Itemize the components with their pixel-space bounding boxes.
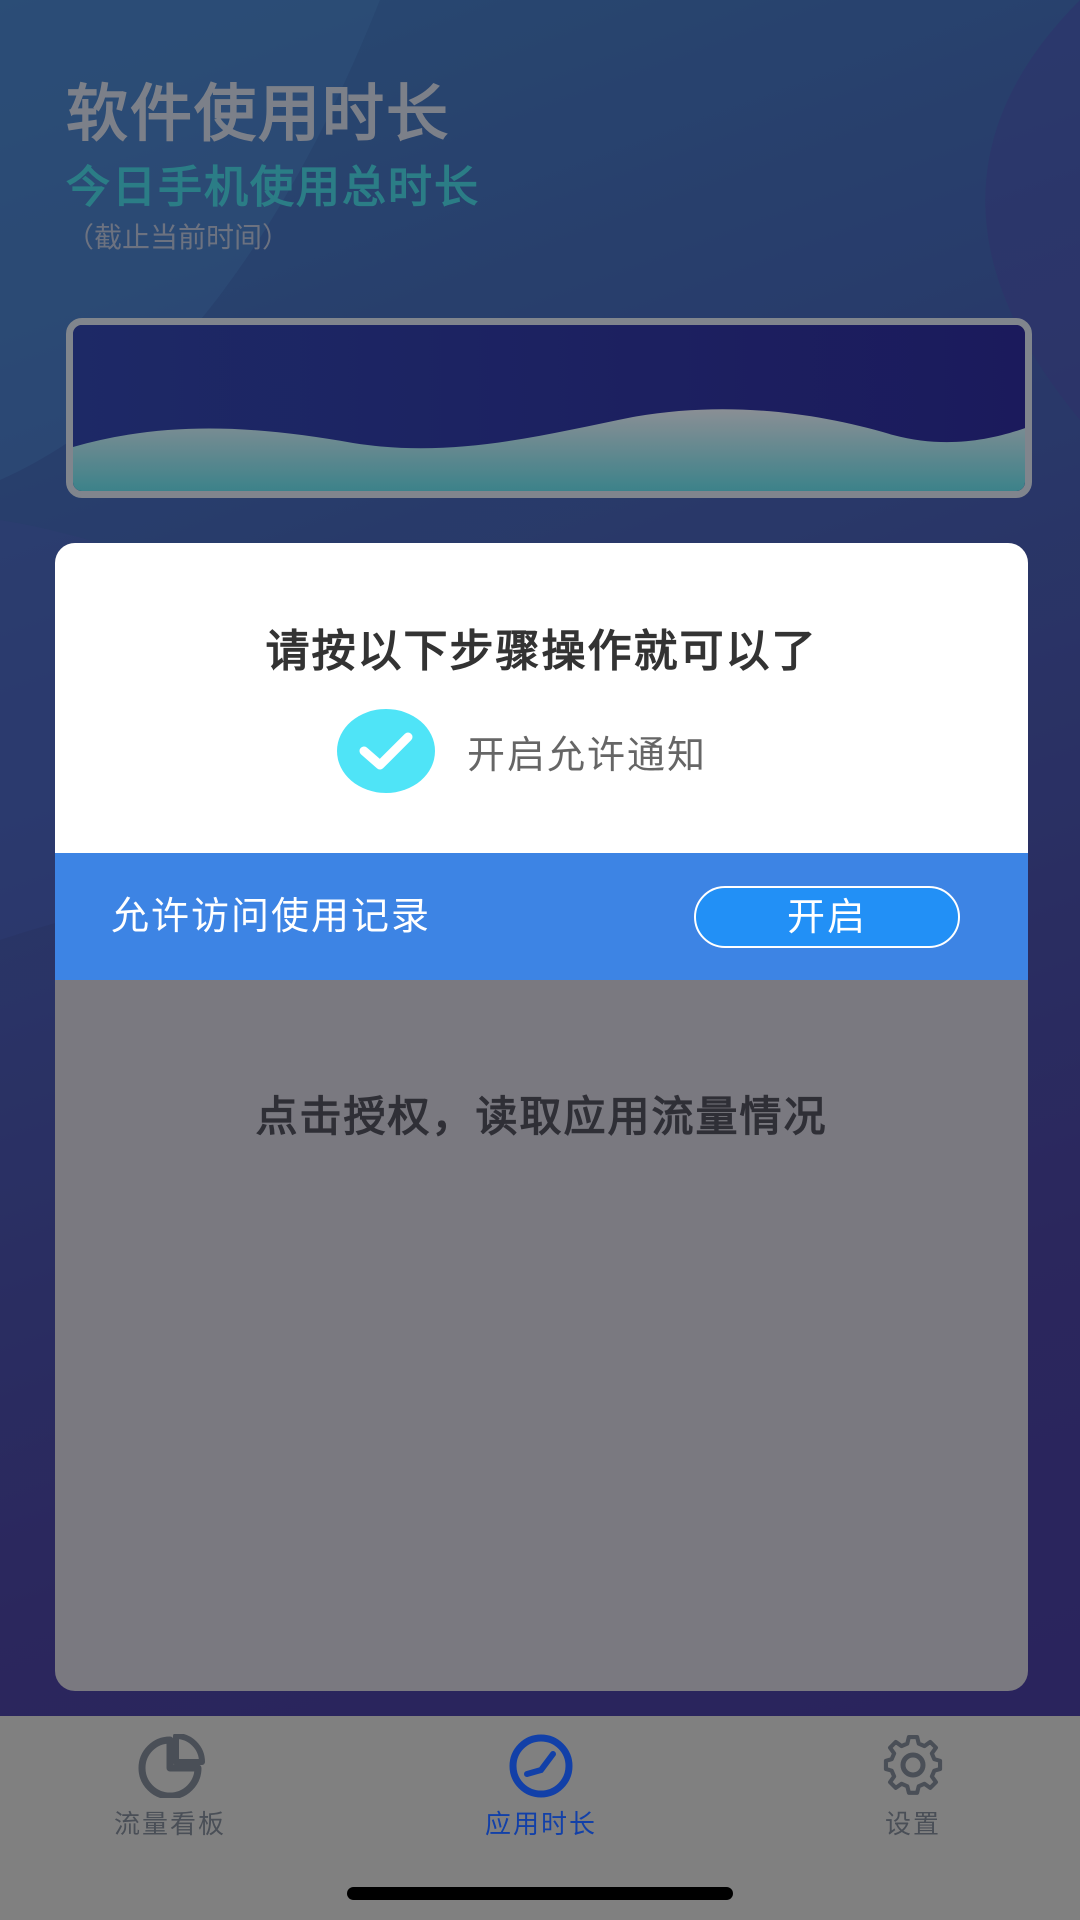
usage-access-label: 允许访问使用记录	[111, 894, 432, 938]
home-indicator[interactable]	[347, 1887, 733, 1900]
permission-panel: 请按以下步骤操作就可以了 开启允许通知 允许访问使用记录 开启 点击授权，读取应…	[55, 543, 1028, 1691]
notification-step: 开启允许通知	[337, 709, 707, 793]
dialog-heading: 请按以下步骤操作就可以了	[265, 626, 818, 677]
permission-dialog: 请按以下步骤操作就可以了 开启允许通知	[55, 543, 1028, 853]
notification-step-label: 开启允许通知	[467, 732, 708, 777]
tab-settings-label: 设置	[884, 1810, 941, 1840]
wave-graphic	[73, 325, 1025, 491]
gear-icon	[803, 1734, 1023, 1798]
check-icon	[337, 709, 435, 793]
tab-traffic-dashboard-label: 流量看板	[113, 1810, 226, 1840]
page-subtitle: 今日手机使用总时长	[66, 162, 480, 213]
usage-wave-card	[66, 318, 1032, 498]
pie-chart-icon	[60, 1734, 280, 1798]
authorize-prompt[interactable]: 点击授权，读取应用流量情况	[55, 1083, 1028, 1144]
tab-traffic-dashboard[interactable]: 流量看板	[60, 1734, 280, 1841]
tab-app-usage-label: 应用时长	[484, 1810, 597, 1840]
page-header: 软件使用时长 今日手机使用总时长 （截止当前时间）	[66, 72, 480, 258]
time-note: （截止当前时间）	[66, 221, 291, 254]
enable-button[interactable]: 开启	[694, 886, 960, 948]
usage-access-row: 允许访问使用记录 开启	[55, 853, 1028, 980]
clock-icon	[431, 1734, 651, 1798]
tab-settings[interactable]: 设置	[803, 1734, 1023, 1841]
page-title: 软件使用时长	[66, 77, 451, 150]
tab-app-usage[interactable]: 应用时长	[431, 1734, 651, 1841]
